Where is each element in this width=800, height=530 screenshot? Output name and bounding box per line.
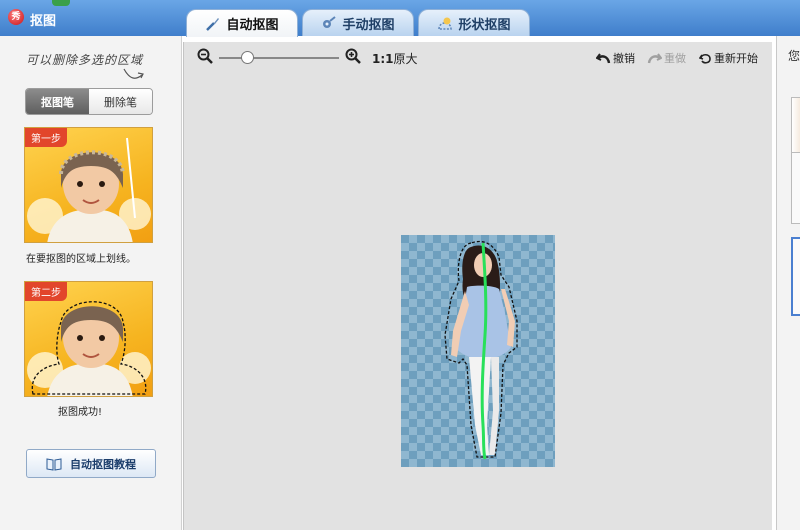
tutorial-button-label: 自动抠图教程 xyxy=(70,457,136,471)
undo-label: 撤销 xyxy=(613,52,635,65)
restart-button[interactable]: 重新开始 xyxy=(699,50,758,66)
erase-pen-button[interactable]: 删除笔 xyxy=(89,89,152,114)
undo-icon xyxy=(596,52,611,63)
zoom-in-icon[interactable] xyxy=(345,48,361,64)
zoom-slider-thumb[interactable] xyxy=(240,51,254,64)
left-panel: 可以删除多选的区域 抠图笔 删除笔 第一步 在要抠图的区域上划线。 第二步 抠图… xyxy=(0,36,182,530)
app-logo-icon: 秀 xyxy=(8,9,24,25)
tab-label: 手动抠图 xyxy=(342,17,395,33)
tab-shape-cutout[interactable]: 形状抠图 xyxy=(418,9,530,36)
canvas-area[interactable]: 1:1原大 撤销 重做 重新开始 xyxy=(183,42,772,530)
girl-photo xyxy=(444,240,518,460)
step-two-image: 第二步 xyxy=(24,281,153,397)
ratio-label: 原大 xyxy=(393,52,418,66)
step-two-caption: 抠图成功! xyxy=(58,407,103,418)
material-thumbnail-selected[interactable] xyxy=(791,237,800,316)
tab-label: 自动抠图 xyxy=(226,18,279,33)
redo-icon xyxy=(647,52,662,63)
redo-label: 重做 xyxy=(664,52,686,65)
tab-auto-cutout[interactable]: 自动抠图 xyxy=(186,9,298,37)
tutorial-button[interactable]: 自动抠图教程 xyxy=(26,449,156,478)
material-thumbnail[interactable] xyxy=(791,152,800,224)
working-image[interactable] xyxy=(401,235,555,467)
tab-bar: 自动抠图 手动抠图 形状抠图 xyxy=(186,9,530,37)
ratio-value: 1:1 xyxy=(372,52,394,66)
actual-size-button[interactable]: 1:1原大 xyxy=(372,50,418,67)
curved-arrow-icon xyxy=(123,68,144,79)
step-badge: 第二步 xyxy=(25,282,67,301)
step-badge: 第一步 xyxy=(25,128,67,147)
tab-label: 形状抠图 xyxy=(458,17,511,33)
right-panel: 您 xyxy=(776,36,800,530)
tab-manual-cutout[interactable]: 手动抠图 xyxy=(302,9,414,36)
zoom-slider-track[interactable] xyxy=(219,57,339,59)
cutout-pen-button[interactable]: 抠图笔 xyxy=(26,89,89,114)
book-icon xyxy=(46,457,62,471)
zoom-out-icon[interactable] xyxy=(197,48,213,64)
pen-switch: 抠图笔 删除笔 xyxy=(25,88,153,115)
window-title: 抠图 xyxy=(30,14,57,29)
brush-icon xyxy=(206,17,220,31)
shape-icon xyxy=(438,17,453,30)
canvas-toolbar: 1:1原大 撤销 重做 重新开始 xyxy=(184,42,773,72)
step-one-image: 第一步 xyxy=(24,127,153,243)
right-panel-text: 您 xyxy=(788,49,800,63)
gear-brush-icon xyxy=(323,16,337,28)
step-one-caption: 在要抠图的区域上划线。 xyxy=(26,254,136,265)
title-decoration xyxy=(52,0,70,6)
title-bar: 秀 抠图 自动抠图 手动抠图 形状抠图 xyxy=(0,0,800,37)
restart-label: 重新开始 xyxy=(714,52,758,65)
redo-button[interactable]: 重做 xyxy=(647,50,686,66)
restart-icon xyxy=(699,53,711,64)
undo-button[interactable]: 撤销 xyxy=(596,50,635,66)
